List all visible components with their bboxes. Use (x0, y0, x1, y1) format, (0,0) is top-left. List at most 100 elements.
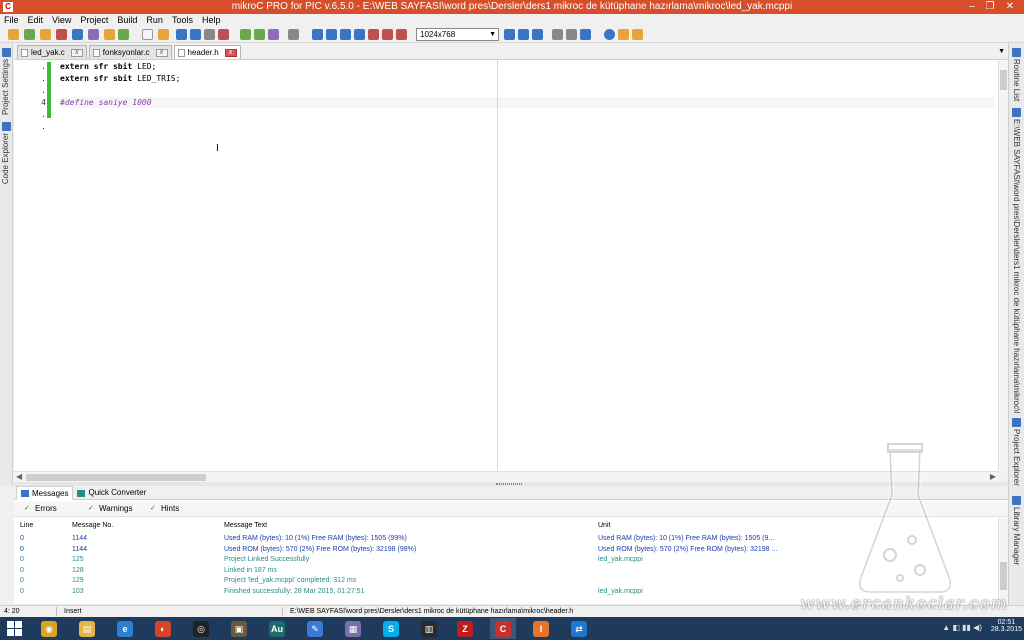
taskbar-recorder-button[interactable]: ◐ (150, 618, 176, 639)
step-out-icon[interactable] (354, 29, 365, 40)
scroll-left-icon[interactable]: ◀ (16, 472, 22, 481)
tab-messages[interactable]: Messages (16, 486, 74, 500)
open-file-icon[interactable] (158, 29, 169, 40)
scrollbar-thumb[interactable] (1000, 70, 1007, 90)
taskbar-installer-button[interactable]: I (528, 618, 554, 639)
filter-errors[interactable]: ✓ Errors (24, 504, 57, 513)
seven-segment-icon[interactable] (580, 29, 591, 40)
splitter-grip[interactable] (496, 483, 522, 485)
edit-project-icon[interactable] (72, 29, 83, 40)
save-file-icon[interactable] (176, 29, 187, 40)
menu-view[interactable]: View (52, 14, 71, 27)
layout3-icon[interactable] (532, 29, 543, 40)
remove-file-icon[interactable] (118, 29, 129, 40)
terminal-icon[interactable] (552, 29, 563, 40)
taskbar-mikroc-button[interactable]: C (490, 618, 516, 639)
stop-debugger-icon[interactable] (382, 29, 393, 40)
scrollbar-thumb[interactable] (26, 474, 206, 481)
close-tab-icon[interactable]: x (70, 48, 83, 57)
save-project-icon[interactable] (40, 29, 51, 40)
taskbar-chip-button[interactable]: ▥ (416, 618, 442, 639)
menu-build[interactable]: Build (117, 14, 137, 27)
close-tab-icon[interactable]: x (224, 48, 237, 57)
breakpoint-icon[interactable] (396, 29, 407, 40)
menu-file[interactable]: File (4, 14, 19, 27)
step-over-icon[interactable] (340, 29, 351, 40)
menu-tools[interactable]: Tools (172, 14, 193, 27)
tab-code-explorer[interactable]: Code Explorer (0, 121, 13, 184)
layout2-icon[interactable] (518, 29, 529, 40)
code-editor[interactable]: . . . 4 . . extern sfr sbit LED; extern … (14, 59, 1008, 473)
web-icon[interactable] (632, 29, 643, 40)
project-manager-icon[interactable] (88, 29, 99, 40)
close-file-icon[interactable] (218, 29, 229, 40)
maximize-button[interactable]: ❐ (980, 0, 1000, 14)
print-icon[interactable] (204, 29, 215, 40)
system-tray-icons[interactable]: ▲ ◧ ▮▮ ◀) (942, 623, 982, 632)
taskbar-teamviewer-button[interactable]: ⇄ (566, 618, 592, 639)
column-line[interactable]: Line (20, 522, 33, 529)
menu-help[interactable]: Help (202, 14, 221, 27)
taskbar-chrome-button[interactable]: ◉ (36, 618, 62, 639)
editor-vertical-scrollbar[interactable] (998, 60, 1008, 473)
add-file-icon[interactable] (104, 29, 115, 40)
tip-icon[interactable] (618, 29, 629, 40)
taskbar-notepad-button[interactable]: ✎ (302, 618, 328, 639)
step-into-icon[interactable] (326, 29, 337, 40)
taskbar-utility-button[interactable]: ▣ (226, 618, 252, 639)
open-project-icon[interactable] (24, 29, 35, 40)
help-icon[interactable] (604, 29, 615, 40)
tab-header-h[interactable]: header.h x (173, 45, 241, 59)
filter-hints[interactable]: ✓ Hints (150, 504, 179, 513)
tab-fonksyonlar-c[interactable]: fonksyonlar.c x (88, 45, 172, 59)
checkbox-checked-icon[interactable]: ✓ (88, 505, 95, 512)
title-bar: C mikroC PRO for PIC v.6.5.0 - E:\WEB SA… (0, 0, 1024, 14)
tab-project-explorer[interactable]: Project Explorer (1010, 417, 1024, 486)
menu-project[interactable]: Project (80, 14, 108, 27)
minimize-button[interactable]: – (962, 0, 982, 14)
taskbar-obs-button[interactable]: ◎ (188, 618, 214, 639)
messages-vertical-scrollbar[interactable] (998, 518, 1008, 604)
taskbar-skype-button[interactable]: S (378, 618, 404, 639)
close-tab-icon[interactable]: x (155, 48, 168, 57)
new-project-icon[interactable] (8, 29, 19, 40)
taskbar-internet-explorer-button[interactable]: e (112, 618, 138, 639)
checkbox-checked-icon[interactable]: ✓ (24, 505, 31, 512)
tab-routine-list[interactable]: Routine List (1010, 47, 1024, 101)
menu-edit[interactable]: Edit (28, 14, 44, 27)
tab-led-yak-c[interactable]: led_yak.c x (17, 45, 87, 59)
taskbar-viewer-button[interactable]: ▦ (340, 618, 366, 639)
clock[interactable]: 02:51 28.3.2015 (991, 619, 1022, 633)
new-file-icon[interactable] (142, 29, 153, 40)
run-to-cursor-icon[interactable] (368, 29, 379, 40)
column-message-text[interactable]: Message Text (224, 522, 267, 529)
column-message-no[interactable]: Message No. (72, 522, 113, 529)
program-icon[interactable] (268, 29, 279, 40)
layout-icon[interactable] (504, 29, 515, 40)
save-all-icon[interactable] (190, 29, 201, 40)
tab-project-settings[interactable]: Project Settings (0, 47, 13, 115)
build-all-icon[interactable] (254, 29, 265, 40)
close-project-icon[interactable] (56, 29, 67, 40)
ascii-chart-icon[interactable] (566, 29, 577, 40)
options-icon[interactable] (288, 29, 299, 40)
tab-project-path[interactable]: E:\WEB SAYFASI\word pres\Dersler\ders1 m… (1010, 107, 1024, 413)
close-button[interactable]: ✕ (1000, 0, 1020, 14)
taskbar-audition-button[interactable]: Au (264, 618, 290, 639)
scrollbar-thumb[interactable] (1000, 562, 1007, 590)
start-button[interactable] (2, 619, 26, 638)
checkbox-checked-icon[interactable]: ✓ (150, 505, 157, 512)
filter-warnings[interactable]: ✓ Warnings (88, 504, 133, 513)
chevron-down-icon[interactable]: ▼ (998, 48, 1005, 55)
build-icon[interactable] (240, 29, 251, 40)
debug-icon[interactable] (312, 29, 323, 40)
zoom-select[interactable]: 1024x768 ▼ (416, 28, 499, 41)
tab-quick-converter[interactable]: Quick Converter (73, 486, 150, 500)
taskbar-file-explorer-button[interactable]: ▤ (74, 618, 100, 639)
scroll-right-icon[interactable]: ▶ (990, 472, 996, 481)
taskbar-filezilla-button[interactable]: Z (452, 618, 478, 639)
code-area[interactable]: extern sfr sbit LED; extern sfr sbit LED… (60, 60, 1008, 473)
column-unit[interactable]: Unit (598, 522, 610, 529)
tab-library-manager[interactable]: Library Manager (1010, 495, 1024, 565)
menu-run[interactable]: Run (146, 14, 163, 27)
